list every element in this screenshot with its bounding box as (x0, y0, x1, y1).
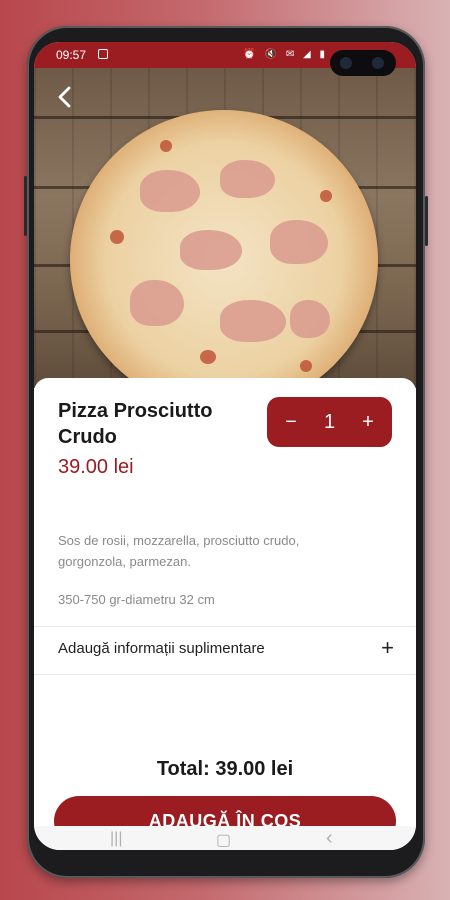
camera-cutout (330, 50, 396, 76)
status-time: 09:57 (56, 48, 87, 62)
recent-apps-icon[interactable]: ||| (110, 830, 122, 848)
status-icons: ⏰ 🔇 ✉ ◢ ▮ (243, 49, 328, 60)
pizza-photo (70, 110, 378, 410)
increase-quantity-button[interactable]: + (348, 397, 388, 447)
product-title: Pizza Prosciutto Crudo (58, 400, 213, 448)
back-button[interactable] (52, 84, 78, 110)
image-icon (98, 49, 108, 59)
home-icon[interactable]: ▢ (216, 830, 231, 850)
product-weight: 350-750 gr-diametru 32 cm (58, 592, 215, 607)
quantity-stepper: − 1 + (267, 397, 392, 447)
divider (34, 674, 416, 675)
back-nav-icon[interactable]: ‹ (326, 827, 333, 850)
power-button (425, 196, 428, 246)
decrease-quantity-button[interactable]: − (271, 397, 311, 447)
extra-info-label: Adaugă informații suplimentare (58, 640, 265, 657)
product-price: 39.00 lei (58, 456, 134, 478)
plus-icon: + (381, 635, 394, 660)
system-nav-bar: ||| ▢ ‹ (34, 826, 416, 850)
extra-info-row[interactable]: Adaugă informații suplimentare + (34, 628, 416, 672)
divider (34, 626, 416, 627)
quantity-value: 1 (323, 411, 336, 433)
product-details-sheet: Pizza Prosciutto Crudo 39.00 lei − 1 + S… (34, 378, 416, 850)
volume-button (24, 176, 27, 236)
chevron-left-icon (58, 86, 71, 108)
order-total: Total: 39.00 lei (156, 758, 294, 780)
app-screen: 09:57 ⏰ 🔇 ✉ ◢ ▮ Pizza Prosciutto Crudo 3… (34, 42, 416, 850)
product-description: Sos de rosii, mozzarella, prosciutto cru… (58, 533, 300, 569)
product-image (34, 68, 416, 410)
